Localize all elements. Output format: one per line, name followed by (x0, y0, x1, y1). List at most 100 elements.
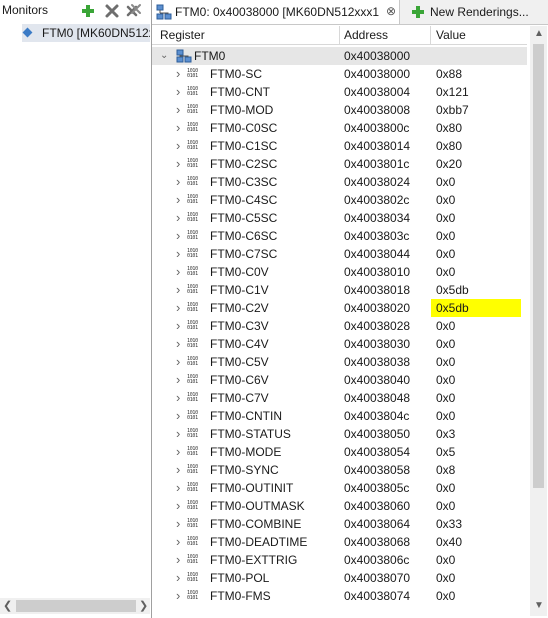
register-value[interactable]: 0x0 (436, 551, 455, 569)
table-row[interactable]: › 1010 0101 FTM0-C2V 0x40038020 0x5db (152, 299, 527, 317)
register-value[interactable]: 0x88 (436, 65, 462, 83)
scrollbar-thumb[interactable] (16, 600, 136, 612)
add-icon[interactable] (80, 3, 96, 19)
register-value[interactable]: 0x5db (436, 281, 469, 299)
register-value[interactable]: 0x33 (436, 515, 462, 533)
register-value[interactable]: 0x0 (436, 209, 455, 227)
chevron-right-icon[interactable]: › (176, 389, 180, 407)
table-row[interactable]: › 1010 0101 FTM0-POL 0x40038070 0x0 (152, 569, 527, 587)
table-row[interactable]: › 1010 0101 FTM0-C7V 0x40038048 0x0 (152, 389, 527, 407)
chevron-right-icon[interactable]: › (176, 299, 180, 317)
table-row[interactable]: › 1010 0101 FTM0-C6V 0x40038040 0x0 (152, 371, 527, 389)
chevron-right-icon[interactable]: › (176, 83, 180, 101)
chevron-right-icon[interactable]: › (176, 245, 180, 263)
chevron-right-icon[interactable]: › (176, 65, 180, 83)
chevron-right-icon[interactable]: › (176, 227, 180, 245)
chevron-right-icon[interactable]: › (176, 407, 180, 425)
scroll-up-icon[interactable]: ▲ (534, 28, 544, 39)
table-row[interactable]: › 1010 0101 FTM0-FMS 0x40038074 0x0 (152, 587, 527, 605)
register-value[interactable]: 0x0 (436, 191, 455, 209)
column-header-value[interactable]: Value (436, 28, 466, 42)
table-row[interactable]: › 1010 0101 FTM0-COMBINE 0x40038064 0x33 (152, 515, 527, 533)
scroll-down-icon[interactable]: ▼ (534, 600, 544, 611)
register-value[interactable]: 0x80 (436, 119, 462, 137)
register-value[interactable]: 0x3 (436, 425, 455, 443)
register-value[interactable]: 0x5 (436, 443, 455, 461)
table-row[interactable]: › 1010 0101 FTM0-STATUS 0x40038050 0x3 (152, 425, 527, 443)
register-value[interactable]: 0x0 (436, 263, 455, 281)
column-divider[interactable] (430, 26, 431, 44)
chevron-right-icon[interactable]: › (176, 479, 180, 497)
register-value[interactable]: 0x0 (436, 353, 455, 371)
register-value[interactable]: 0x0 (436, 389, 455, 407)
table-row[interactable]: › 1010 0101 FTM0-C2SC 0x4003801c 0x20 (152, 155, 527, 173)
chevron-right-icon[interactable]: › (176, 461, 180, 479)
register-value[interactable]: 0x0 (436, 245, 455, 263)
register-value[interactable]: 0x0 (436, 569, 455, 587)
chevron-right-icon[interactable]: › (176, 515, 180, 533)
table-row[interactable]: › 1010 0101 FTM0-DEADTIME 0x40038068 0x40 (152, 533, 527, 551)
register-value[interactable]: 0xbb7 (436, 101, 469, 119)
monitor-item[interactable]: FTM0 [MK60DN512xxx10] (22, 24, 150, 42)
register-value[interactable]: 0x0 (436, 317, 455, 335)
register-value[interactable]: 0x80 (436, 137, 462, 155)
remove-all-icon[interactable] (126, 3, 142, 19)
chevron-right-icon[interactable]: › (176, 443, 180, 461)
table-row[interactable]: › 1010 0101 FTM0-CNT 0x40038004 0x121 (152, 83, 527, 101)
table-row[interactable]: › 1010 0101 FTM0-OUTINIT 0x4003805c 0x0 (152, 479, 527, 497)
scrollbar-thumb[interactable] (533, 44, 544, 488)
table-row[interactable]: › 1010 0101 FTM0-MODE 0x40038054 0x5 (152, 443, 527, 461)
monitors-horizontal-scrollbar[interactable]: ❮ ❯ (0, 598, 150, 614)
table-row[interactable]: › 1010 0101 FTM0-C1V 0x40038018 0x5db (152, 281, 527, 299)
chevron-right-icon[interactable]: › (176, 587, 180, 605)
chevron-right-icon[interactable]: › (176, 317, 180, 335)
register-value[interactable]: 0x8 (436, 461, 455, 479)
chevron-right-icon[interactable]: › (176, 533, 180, 551)
table-row[interactable]: › 1010 0101 FTM0-C4SC 0x4003802c 0x0 (152, 191, 527, 209)
chevron-right-icon[interactable]: › (176, 263, 180, 281)
vertical-scrollbar[interactable]: ▲ ▼ (530, 26, 547, 616)
chevron-right-icon[interactable]: › (176, 209, 180, 227)
table-row[interactable]: › 1010 0101 FTM0-C3SC 0x40038024 0x0 (152, 173, 527, 191)
chevron-right-icon[interactable]: › (176, 371, 180, 389)
register-value[interactable]: 0x20 (436, 155, 462, 173)
chevron-right-icon[interactable]: › (176, 335, 180, 353)
register-value[interactable]: 0x0 (436, 407, 455, 425)
table-row[interactable]: › 1010 0101 FTM0-SC 0x40038000 0x88 (152, 65, 527, 83)
table-row[interactable]: › 1010 0101 FTM0-MOD 0x40038008 0xbb7 (152, 101, 527, 119)
scroll-left-icon[interactable]: ❮ (3, 599, 12, 612)
scroll-right-icon[interactable]: ❯ (139, 599, 148, 612)
register-value[interactable]: 0x0 (436, 497, 455, 515)
chevron-right-icon[interactable]: › (176, 497, 180, 515)
column-divider[interactable] (339, 26, 340, 44)
table-row[interactable]: › 1010 0101 FTM0-CNTIN 0x4003804c 0x0 (152, 407, 527, 425)
table-row[interactable]: › 1010 0101 FTM0-C5SC 0x40038034 0x0 (152, 209, 527, 227)
chevron-right-icon[interactable]: › (176, 155, 180, 173)
column-header-register[interactable]: Register (160, 28, 205, 42)
table-row[interactable]: › 1010 0101 FTM0-C3V 0x40038028 0x0 (152, 317, 527, 335)
chevron-right-icon[interactable]: › (176, 173, 180, 191)
register-value[interactable]: 0x0 (436, 335, 455, 353)
register-group-row[interactable]: ⌄ FTM0 0x40038000 (152, 47, 527, 65)
chevron-right-icon[interactable]: › (176, 353, 180, 371)
tab-ftm0-rendering[interactable]: FTM0: 0x40038000 [MK60DN512xxx1 ⊗ (152, 0, 400, 24)
chevron-down-icon[interactable]: ⌄ (160, 47, 168, 65)
chevron-right-icon[interactable]: › (176, 101, 180, 119)
register-value[interactable]: 0x0 (436, 587, 455, 605)
table-row[interactable]: › 1010 0101 FTM0-C1SC 0x40038014 0x80 (152, 137, 527, 155)
register-value[interactable]: 0x5db (436, 299, 469, 317)
register-value[interactable]: 0x0 (436, 173, 455, 191)
table-row[interactable]: › 1010 0101 FTM0-OUTMASK 0x40038060 0x0 (152, 497, 527, 515)
table-row[interactable]: › 1010 0101 FTM0-C4V 0x40038030 0x0 (152, 335, 527, 353)
chevron-right-icon[interactable]: › (176, 551, 180, 569)
table-row[interactable]: › 1010 0101 FTM0-SYNC 0x40038058 0x8 (152, 461, 527, 479)
tab-new-renderings[interactable]: New Renderings... (406, 0, 548, 24)
table-row[interactable]: › 1010 0101 FTM0-C5V 0x40038038 0x0 (152, 353, 527, 371)
register-value[interactable]: 0x121 (436, 83, 469, 101)
register-value[interactable]: 0x40 (436, 533, 462, 551)
chevron-right-icon[interactable]: › (176, 119, 180, 137)
chevron-right-icon[interactable]: › (176, 425, 180, 443)
chevron-right-icon[interactable]: › (176, 191, 180, 209)
remove-icon[interactable] (104, 3, 120, 19)
table-row[interactable]: › 1010 0101 FTM0-C0SC 0x4003800c 0x80 (152, 119, 527, 137)
